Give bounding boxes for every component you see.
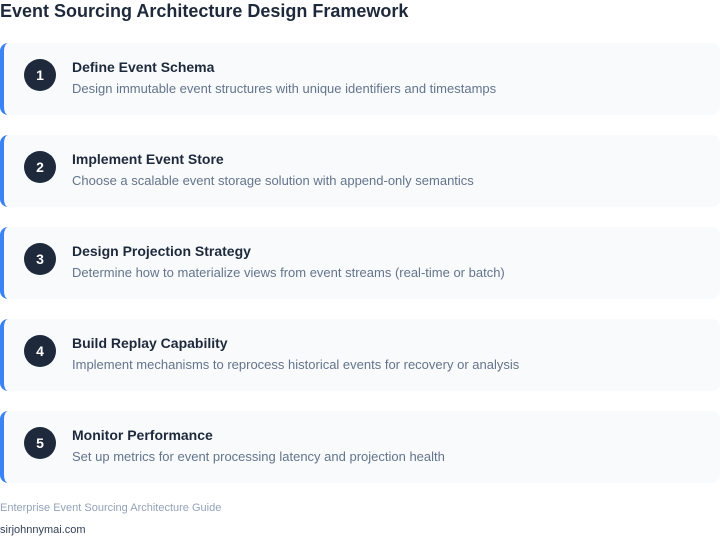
step-card-4: 4 Build Replay Capability Implement mech… [0, 319, 720, 391]
step-card-2: 2 Implement Event Store Choose a scalabl… [0, 135, 720, 207]
step-description: Choose a scalable event storage solution… [72, 173, 474, 188]
step-number-badge: 1 [24, 59, 56, 91]
step-title: Define Event Schema [72, 59, 215, 75]
step-card-3: 3 Design Projection Strategy Determine h… [0, 227, 720, 299]
page: Event Sourcing Architecture Design Frame… [0, 0, 720, 537]
step-list: 1 Define Event Schema Design immutable e… [0, 43, 720, 503]
step-number-badge: 4 [24, 335, 56, 367]
step-title: Implement Event Store [72, 151, 224, 167]
step-card-1: 1 Define Event Schema Design immutable e… [0, 43, 720, 115]
step-title: Build Replay Capability [72, 335, 228, 351]
step-card-5: 5 Monitor Performance Set up metrics for… [0, 411, 720, 483]
step-description: Set up metrics for event processing late… [72, 449, 445, 464]
footer-site: sirjohnnymai.com [0, 524, 86, 536]
step-description: Determine how to materialize views from … [72, 265, 505, 280]
step-number-badge: 3 [24, 243, 56, 275]
page-title: Event Sourcing Architecture Design Frame… [0, 1, 409, 21]
step-title: Monitor Performance [72, 427, 213, 443]
step-description: Implement mechanisms to reprocess histor… [72, 357, 520, 372]
step-number-badge: 2 [24, 151, 56, 183]
footer-note: Enterprise Event Sourcing Architecture G… [0, 502, 222, 514]
step-description: Design immutable event structures with u… [72, 81, 497, 96]
step-number-badge: 5 [24, 427, 56, 459]
step-title: Design Projection Strategy [72, 243, 251, 259]
